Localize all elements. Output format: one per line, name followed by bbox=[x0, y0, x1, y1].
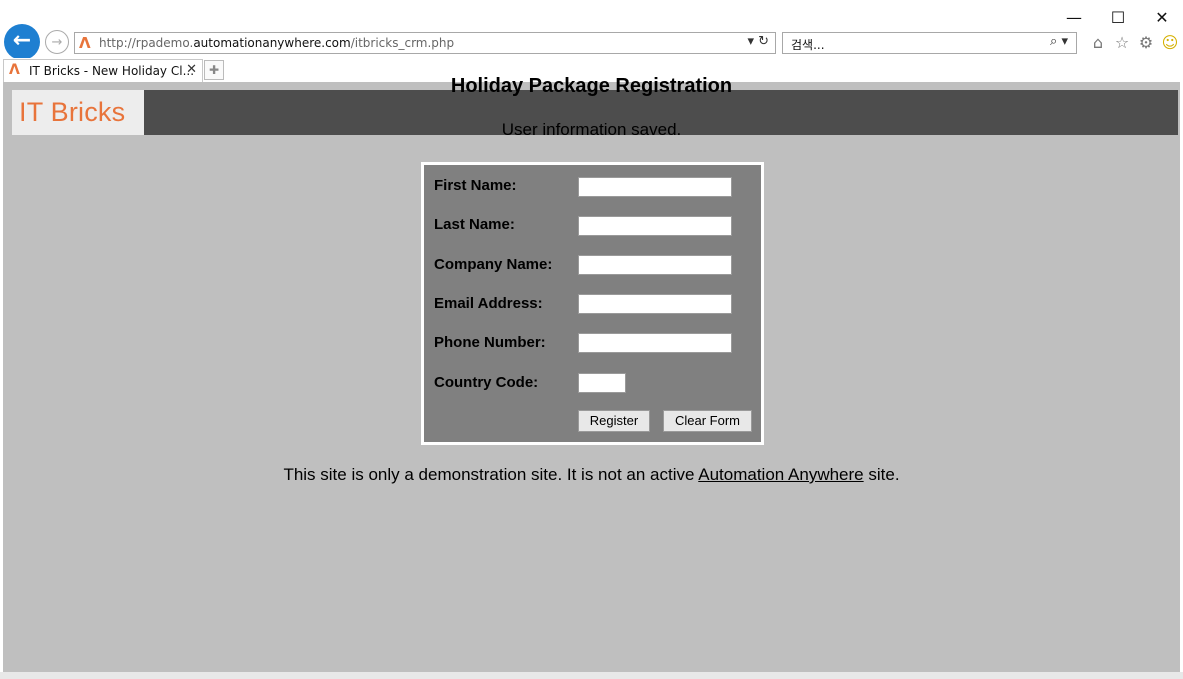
country-code-label: Country Code: bbox=[434, 374, 539, 391]
company-name-label: Company Name: bbox=[434, 256, 553, 273]
bottom-taskbar-strip bbox=[0, 672, 1183, 679]
footer-disclaimer: This site is only a demonstration site. … bbox=[0, 465, 1183, 485]
register-button[interactable]: Register bbox=[578, 410, 650, 432]
registration-form: First Name: Last Name: Company Name: Ema… bbox=[421, 162, 764, 445]
footer-text-before: This site is only a demonstration site. … bbox=[283, 465, 699, 484]
company-name-input[interactable] bbox=[578, 255, 732, 275]
first-name-input[interactable] bbox=[578, 177, 732, 197]
phone-number-input[interactable] bbox=[578, 333, 732, 353]
automation-anywhere-link[interactable]: Automation Anywhere bbox=[698, 465, 863, 484]
last-name-label: Last Name: bbox=[434, 216, 515, 233]
clear-form-button[interactable]: Clear Form bbox=[663, 410, 752, 432]
last-name-input[interactable] bbox=[578, 216, 732, 236]
first-name-label: First Name: bbox=[434, 177, 517, 194]
email-address-input[interactable] bbox=[578, 294, 732, 314]
phone-number-label: Phone Number: bbox=[434, 334, 546, 351]
email-address-label: Email Address: bbox=[434, 295, 543, 312]
browser-window: — ☐ ✕ ← → Ʌ http://rpademo.automationany… bbox=[0, 0, 1183, 679]
country-code-input[interactable] bbox=[578, 373, 626, 393]
footer-text-after: site. bbox=[863, 465, 900, 484]
